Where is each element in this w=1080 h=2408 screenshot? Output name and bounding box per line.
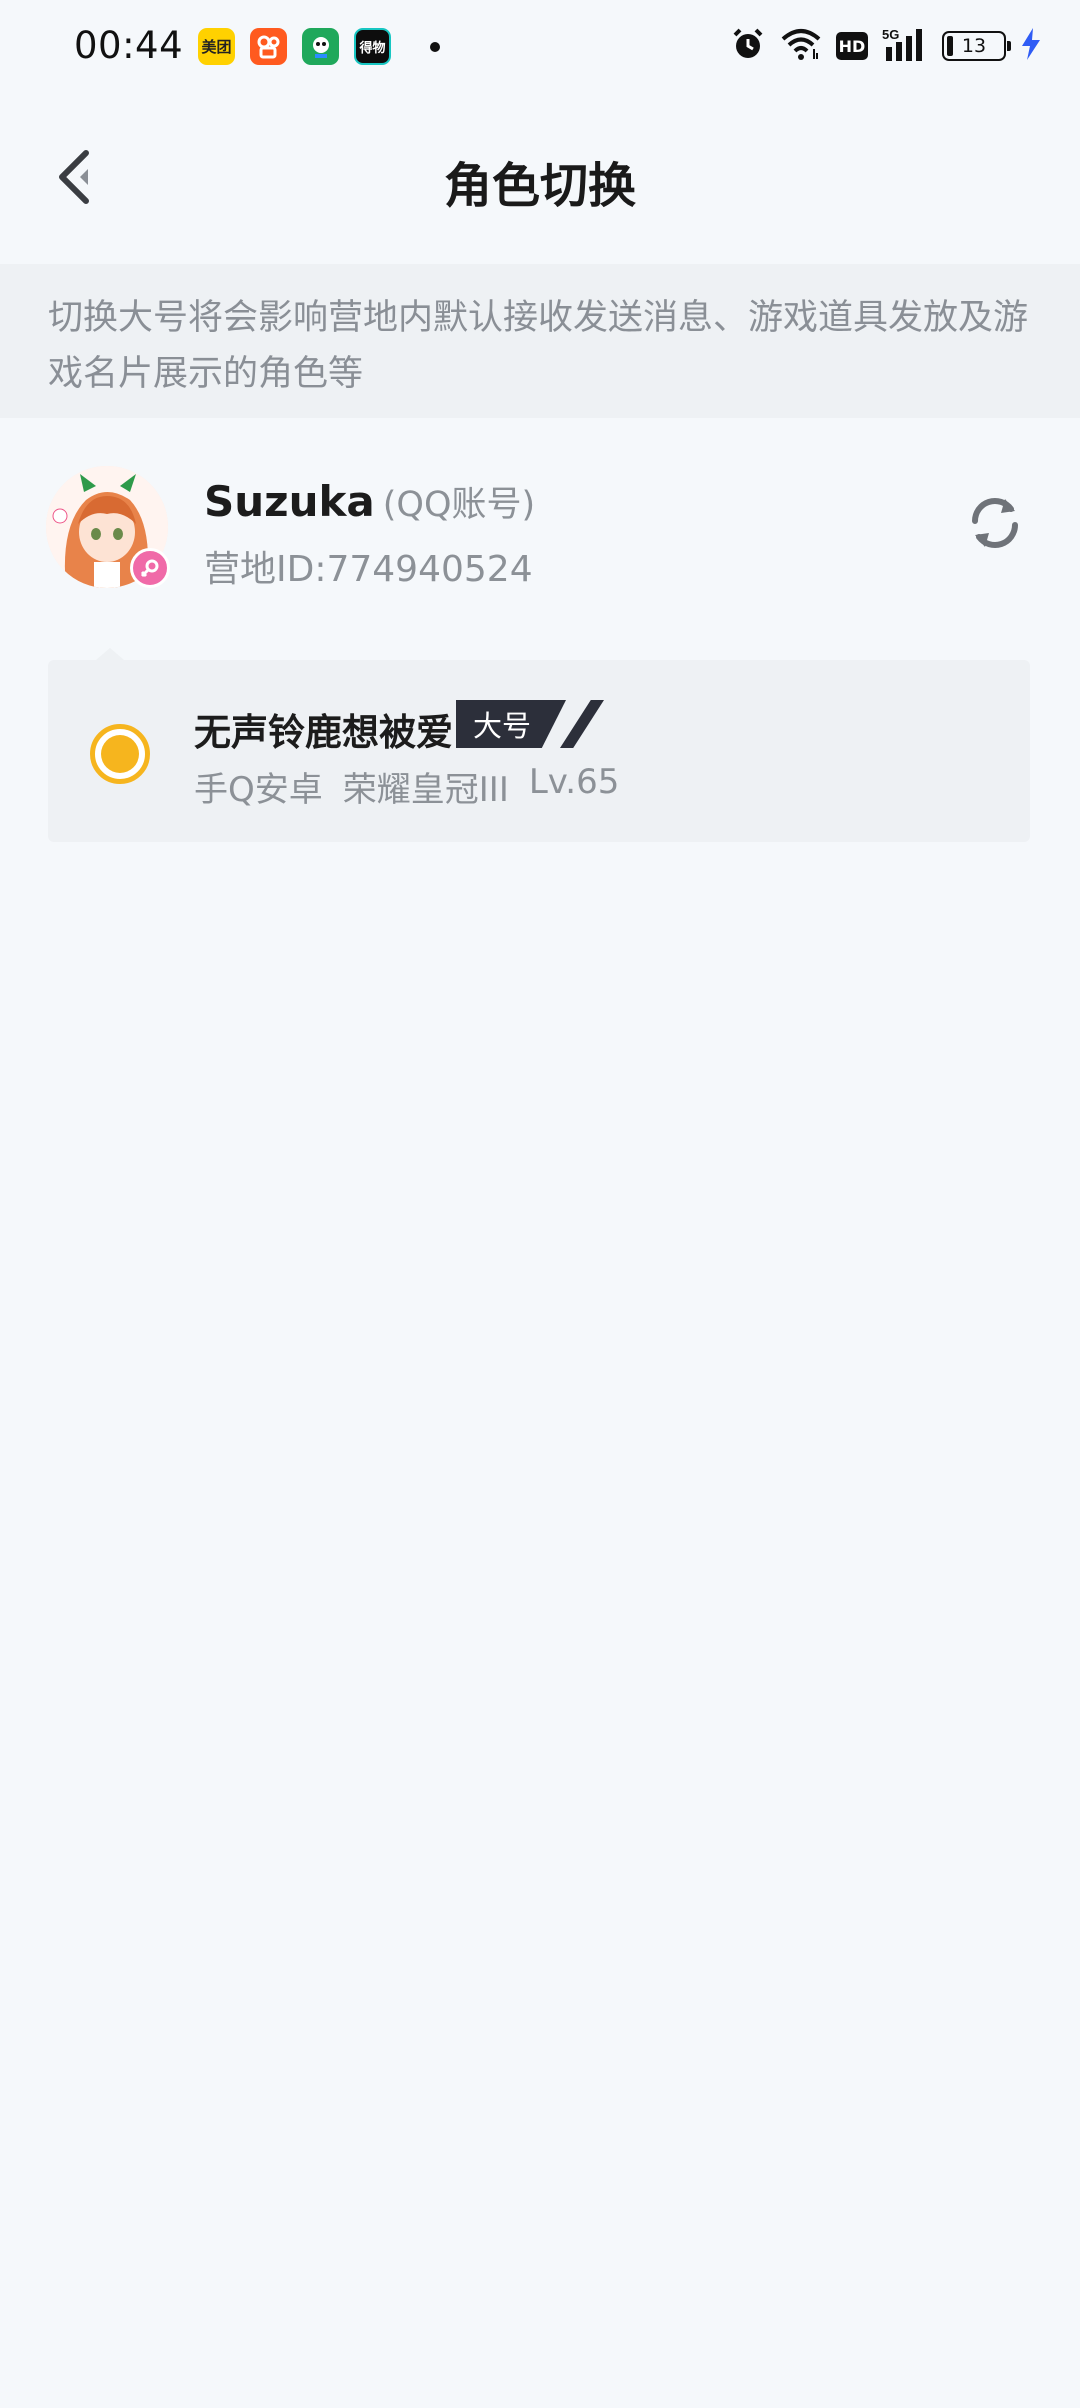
switch-account-button[interactable]	[960, 490, 1030, 560]
account-row: Suzuka (QQ账号) 营地ID:774940524	[0, 460, 1080, 596]
more-notifications-dot	[430, 41, 440, 52]
account-type: (QQ账号)	[382, 485, 536, 525]
refresh-icon	[963, 491, 1027, 559]
role-item[interactable]: 无声铃鹿想被爱 大号 手Q安卓 荣耀皇冠III Lv.65	[48, 648, 1030, 842]
female-icon	[130, 548, 170, 588]
svg-text:5G: 5G	[882, 27, 899, 42]
wifi-icon	[780, 27, 822, 65]
switch-notice: 切换大号将会影响营地内默认接收发送消息、游戏道具发放及游戏名片展示的角色等	[0, 264, 1080, 418]
charging-icon	[1020, 27, 1042, 65]
system-icons: HD 5G 13	[730, 26, 1042, 66]
role-rank: 荣耀皇冠III	[342, 770, 509, 810]
main-account-badge-label: 大号	[456, 700, 566, 748]
notification-icons: 美团 得物	[198, 28, 440, 65]
battery-level: 13	[961, 35, 987, 57]
badge-stripe	[560, 700, 604, 748]
role-info: 手Q安卓 荣耀皇冠III Lv.65	[194, 762, 619, 811]
role-name: 无声铃鹿想被爱	[194, 711, 453, 754]
main-account-badge: 大号	[456, 700, 612, 748]
kuaishou-icon	[250, 28, 287, 65]
camp-id: 营地ID:774940524	[204, 549, 533, 590]
status-time: 00:44	[74, 24, 184, 67]
signal-icon: 5G	[882, 27, 928, 65]
alarm-icon	[730, 26, 766, 66]
battery-icon: 13	[942, 31, 1011, 61]
green-app-icon	[302, 28, 339, 65]
header: 角色切换	[0, 110, 1080, 250]
role-platform: 手Q安卓	[194, 770, 323, 810]
account-name: Suzuka	[204, 477, 375, 526]
role-radio-selected[interactable]	[90, 724, 150, 784]
role-level: Lv.65	[528, 762, 620, 802]
dewu-icon: 得物	[354, 28, 391, 65]
radio-dot	[101, 735, 139, 773]
hd-icon: HD	[836, 32, 868, 60]
account-name-line: Suzuka (QQ账号)	[204, 476, 535, 527]
meituan-icon: 美团	[198, 28, 235, 65]
status-bar: 00:44 美团 得物 HD 5G 13	[0, 0, 1080, 96]
page-title: 角色切换	[443, 158, 636, 214]
